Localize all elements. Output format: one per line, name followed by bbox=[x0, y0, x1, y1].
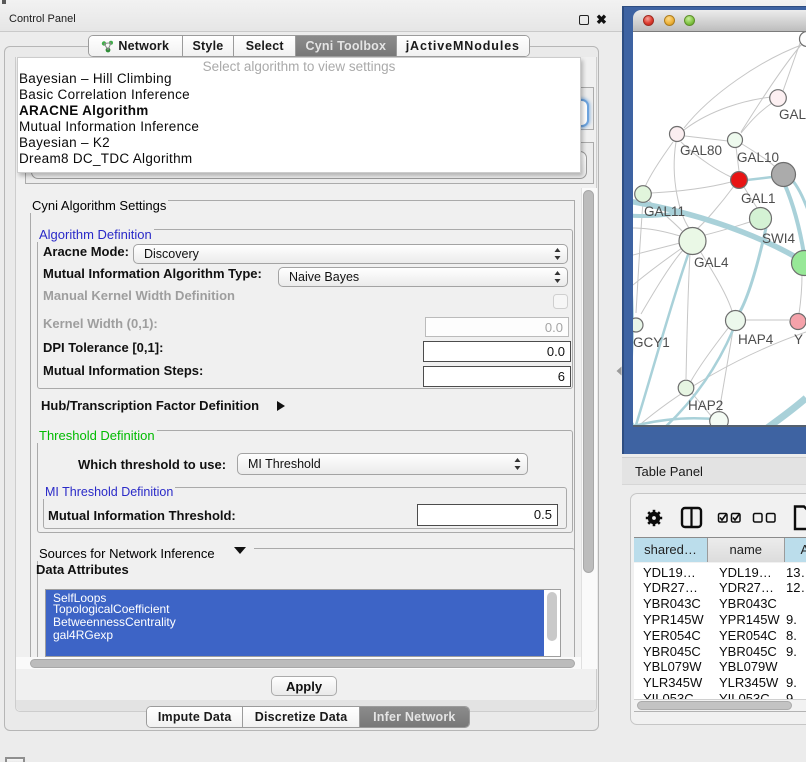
svg-text:GAL11: GAL11 bbox=[644, 204, 685, 219]
svg-text:GAL80: GAL80 bbox=[680, 143, 722, 158]
svg-text:HAP4: HAP4 bbox=[738, 332, 774, 347]
svg-text:Y: Y bbox=[794, 332, 803, 347]
svg-text:GAL4: GAL4 bbox=[694, 255, 729, 270]
svg-text:GAL: GAL bbox=[779, 107, 806, 122]
svg-text:GAL10: GAL10 bbox=[737, 150, 779, 165]
svg-text:GCY1: GCY1 bbox=[633, 335, 670, 350]
svg-text:HAP2: HAP2 bbox=[688, 398, 723, 413]
svg-text:SWI4: SWI4 bbox=[762, 231, 795, 246]
svg-text:GAL1: GAL1 bbox=[741, 191, 776, 206]
